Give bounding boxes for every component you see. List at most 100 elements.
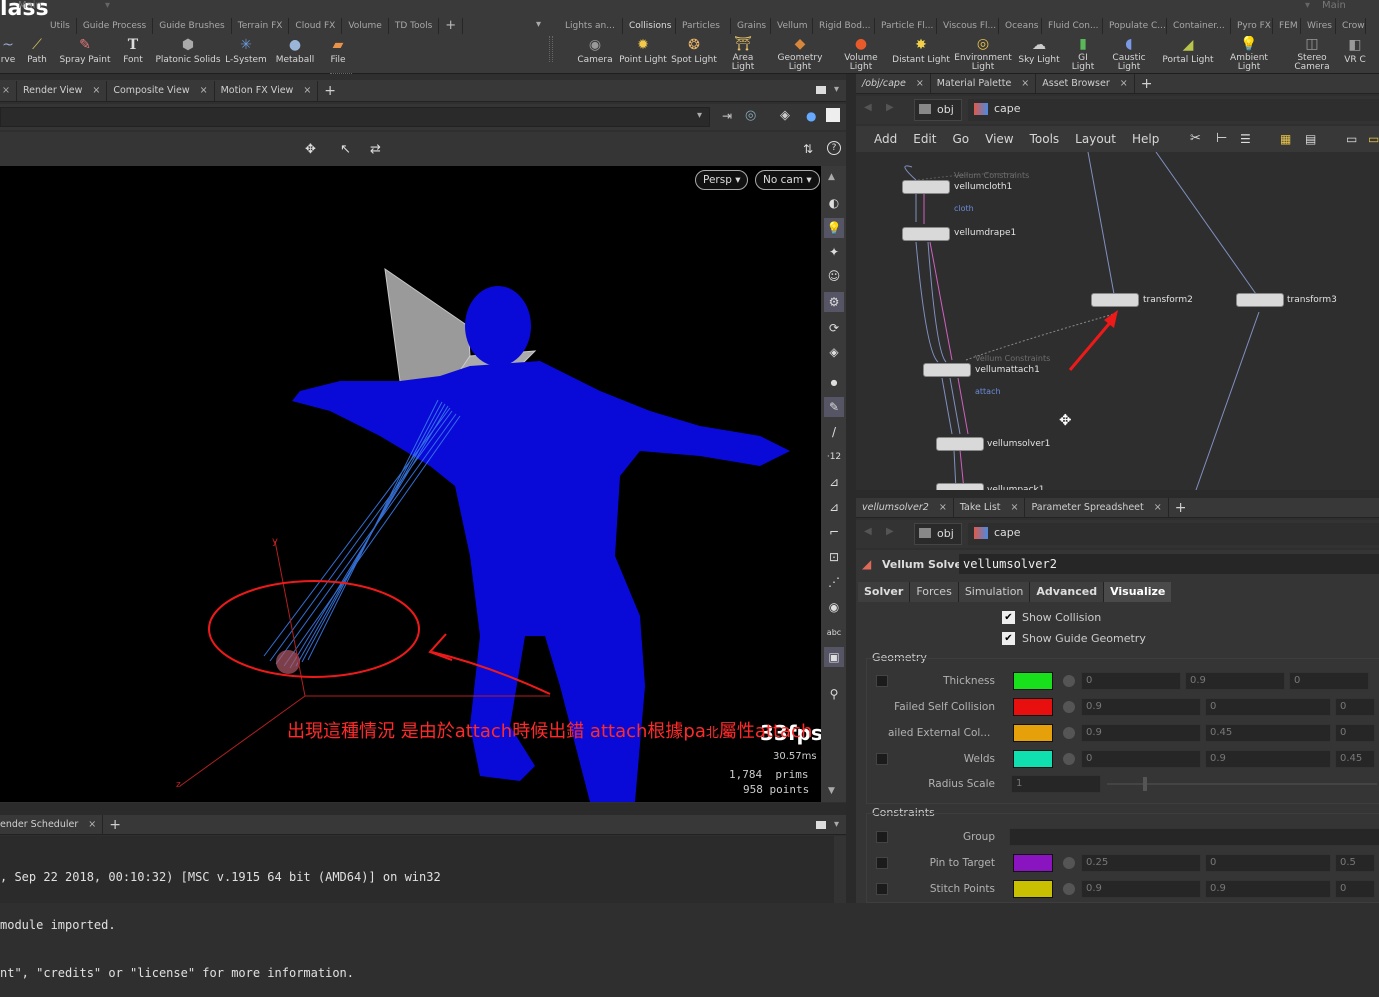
view-tool-icon[interactable]: ◐ xyxy=(824,193,844,213)
add-shelf-tab-icon[interactable]: + xyxy=(439,18,464,34)
camera-menu[interactable]: No cam ▾ xyxy=(755,170,820,190)
group-field[interactable] xyxy=(1009,828,1379,846)
chevron-down-icon[interactable]: ▾ xyxy=(697,110,702,121)
python-console[interactable]: , Sep 22 2018, 00:10:32) [MSC v.1915 64 … xyxy=(0,836,834,980)
welds-b-field[interactable]: 0.45 xyxy=(1335,750,1375,768)
stitch-points-r-field[interactable]: 0.9 xyxy=(1081,880,1201,898)
failed-external-b-field[interactable]: 0 xyxy=(1335,724,1375,742)
shelf-tab-wires[interactable]: Wires xyxy=(1301,18,1336,34)
tab-render-view[interactable]: Render View × xyxy=(17,80,108,101)
shelf-tab-rigid-bodies[interactable]: Rigid Bod... xyxy=(813,18,875,34)
tool-point-light[interactable]: ✹ Point Light xyxy=(618,36,668,72)
close-icon[interactable]: × xyxy=(939,502,947,513)
color-picker-icon[interactable] xyxy=(1063,727,1075,739)
display-list-icon[interactable]: ⇅ xyxy=(803,142,813,156)
tool-spot-light[interactable]: ❂ Spot Light xyxy=(668,36,720,72)
close-icon[interactable]: × xyxy=(1011,502,1019,513)
background-image-icon[interactable]: ▣ xyxy=(824,647,844,667)
close-icon[interactable]: × xyxy=(200,85,208,96)
menu-tools[interactable]: Tools xyxy=(1030,132,1060,146)
slider-handle[interactable] xyxy=(1143,777,1147,791)
visualize-icon[interactable]: ◈ xyxy=(824,342,844,362)
node-color-icon[interactable]: ▭ xyxy=(1368,132,1379,146)
close-icon[interactable]: × xyxy=(1021,78,1029,89)
wrench-icon[interactable]: ✂ xyxy=(1190,131,1201,146)
thickness-g-field[interactable]: 0.9 xyxy=(1185,672,1285,690)
failed-self-collision-color-swatch[interactable] xyxy=(1013,698,1053,716)
corner-icon[interactable]: ⌐ xyxy=(824,522,844,542)
tool-caustic-light[interactable]: ◖ Caustic Light xyxy=(1100,36,1158,72)
back-icon[interactable]: ◀ xyxy=(864,526,872,537)
shelf-tab-populate-containers[interactable]: Populate C... xyxy=(1103,18,1167,34)
back-icon[interactable]: ◀ xyxy=(864,102,872,113)
tab-parameter-spreadsheet[interactable]: Parameter Spreadsheet × xyxy=(1025,497,1169,518)
headlight-icon[interactable]: ✦ xyxy=(824,242,844,262)
tool-camera[interactable]: ◉ Camera xyxy=(572,36,618,72)
welds-r-field[interactable]: 0 xyxy=(1081,750,1201,768)
tab-asset-browser[interactable]: Asset Browser × xyxy=(1036,73,1135,94)
close-icon[interactable]: × xyxy=(88,819,96,830)
menu-layout[interactable]: Layout xyxy=(1075,132,1116,146)
subtab-advanced[interactable]: Advanced xyxy=(1030,582,1105,602)
numbers-icon[interactable]: ·12 xyxy=(824,447,844,467)
tool-vr-camera[interactable]: ◧ VR C xyxy=(1344,36,1366,72)
select-mode-icon[interactable]: ✥ xyxy=(305,142,316,157)
shading-icon[interactable]: ● xyxy=(806,109,816,123)
welds-g-field[interactable]: 0.9 xyxy=(1205,750,1331,768)
shelf-menu-arrow-icon[interactable]: ▾ xyxy=(536,19,541,30)
node-name-field[interactable]: vellumsolver2 xyxy=(959,554,1379,574)
shelf-tab-vellum[interactable]: Vellum xyxy=(771,18,813,34)
thickness-toggle[interactable] xyxy=(876,675,888,687)
tab-obj-cape[interactable]: /obj/cape × xyxy=(856,73,931,94)
location-icon[interactable]: ⚲ xyxy=(824,684,844,704)
tab-motion-fx-view[interactable]: Motion FX View × xyxy=(215,80,319,101)
tab-take-list[interactable]: Take List × xyxy=(954,497,1026,518)
node-vellumpack1[interactable] xyxy=(936,483,984,490)
shelf-tab-container-tools[interactable]: Container... xyxy=(1167,18,1231,34)
tool-ambient-light[interactable]: 💡 Ambient Light xyxy=(1218,36,1280,72)
pane-menu-icon[interactable]: ▾ xyxy=(834,84,839,95)
shelf-tab-collisions[interactable]: Collisions xyxy=(623,18,676,34)
subtab-solver[interactable]: Solver xyxy=(858,582,911,602)
snapshot-icon[interactable] xyxy=(826,108,840,122)
show-guide-checkbox[interactable]: ✔ xyxy=(1002,632,1015,645)
tool-l-system[interactable]: ✳ L-System xyxy=(222,36,270,72)
close-icon[interactable]: × xyxy=(1120,78,1128,89)
close-icon[interactable]: × xyxy=(303,85,311,96)
shelf-tab-guide-brushes[interactable]: Guide Brushes xyxy=(153,18,232,34)
vertical-splitter[interactable] xyxy=(846,74,856,903)
subtab-forces[interactable]: Forces xyxy=(910,582,959,602)
tool-geometry-light[interactable]: ◆ Geometry Light xyxy=(766,36,834,72)
tab-render-scheduler[interactable]: ender Scheduler × xyxy=(0,814,104,835)
menu-help[interactable]: Help xyxy=(1132,132,1159,146)
tab-material-palette[interactable]: Material Palette × xyxy=(931,73,1037,94)
node-vellumattach1[interactable] xyxy=(923,363,971,377)
tab-vellumsolver2[interactable]: vellumsolver2 × xyxy=(856,497,954,518)
failed-self-b-field[interactable]: 0 xyxy=(1335,698,1375,716)
tool-path[interactable]: ⟋ Path xyxy=(16,36,58,72)
tool-portal-light[interactable]: ◢ Portal Light xyxy=(1158,36,1218,72)
add-tab-icon[interactable]: + xyxy=(103,815,127,835)
shelf-tab-crowds[interactable]: Crow xyxy=(1336,18,1366,34)
help-icon[interactable]: ? xyxy=(827,141,841,155)
color-picker-icon[interactable] xyxy=(1063,883,1075,895)
color-picker-icon[interactable] xyxy=(1063,701,1075,713)
add-tab-icon[interactable]: + xyxy=(318,81,342,101)
shelf-tab-utils[interactable]: Utils xyxy=(44,18,77,34)
tool-metaball[interactable]: ● Metaball xyxy=(270,36,320,72)
shelf-resize-handle[interactable] xyxy=(330,73,352,76)
pin-to-target-r-field[interactable]: 0.25 xyxy=(1081,854,1201,872)
thickness-r-field[interactable]: 0 xyxy=(1081,672,1181,690)
shelf-tab-particles[interactable]: Particles xyxy=(676,18,731,34)
desk-label-left[interactable]: Main xyxy=(18,0,42,11)
tool-sky-light[interactable]: ☁ Sky Light xyxy=(1012,36,1066,72)
shelf-tab-fluid-containers[interactable]: Fluid Con... xyxy=(1042,18,1103,34)
shelf-tab-lights[interactable]: Lights an... xyxy=(559,18,623,34)
tool-gi-light[interactable]: ▮ GI Light xyxy=(1066,36,1100,72)
forward-icon[interactable]: ▶ xyxy=(886,526,894,537)
color-picker-icon[interactable] xyxy=(1063,675,1075,687)
pen-icon[interactable]: / xyxy=(824,422,844,442)
forward-icon[interactable]: ▶ xyxy=(886,102,894,113)
failed-self-r-field[interactable]: 0.9 xyxy=(1081,698,1201,716)
radius-scale-field[interactable]: 1 xyxy=(1011,775,1101,793)
